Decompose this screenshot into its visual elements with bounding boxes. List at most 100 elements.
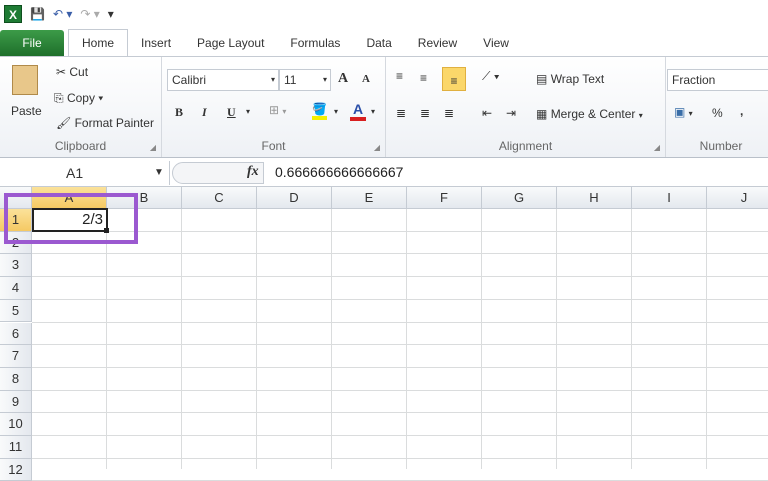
row-header-7[interactable]: 7	[0, 345, 32, 368]
align-center-icon[interactable]: ≣	[420, 106, 430, 120]
bold-button[interactable]: B	[175, 105, 183, 120]
column-header-D[interactable]: D	[257, 187, 332, 209]
gridline	[331, 209, 332, 469]
row-header-10[interactable]: 10	[0, 413, 32, 436]
font-name-select[interactable]: Calibri ▾	[167, 69, 279, 91]
cut-button[interactable]: ✂ Cut	[56, 65, 88, 79]
gridline	[181, 209, 182, 469]
fill-color-button[interactable]: 🪣	[312, 102, 327, 120]
borders-button[interactable]: ⊞ ▾	[269, 103, 286, 117]
font-color-dropdown-icon[interactable]: ▾	[371, 107, 375, 116]
format-painter-button[interactable]: 🖌 Format Painter	[56, 116, 154, 130]
shrink-font-button[interactable]: A	[362, 73, 370, 85]
number-format-select[interactable]: Fraction	[667, 69, 768, 91]
gridline	[106, 209, 107, 469]
gridline	[706, 209, 707, 469]
highlight-box	[4, 193, 138, 244]
wrap-text-button[interactable]: ▤ Wrap Text	[536, 72, 604, 86]
cut-label: Cut	[69, 65, 89, 79]
gridline	[481, 209, 482, 469]
chevron-down-icon[interactable]: ▼	[154, 161, 164, 185]
copy-button[interactable]: ⎘ Copy ▾	[54, 91, 103, 106]
font-group: Calibri ▾ 11 ▾ A A B I U ▾ ⊞ ▾ 🪣 ▾ A ▾ Fon…	[162, 57, 386, 157]
column-header-G[interactable]: G	[482, 187, 557, 209]
gridline	[32, 457, 768, 459]
row-header-9[interactable]: 9	[0, 390, 32, 414]
clipboard-group: Paste ✂ Cut ⎘ Copy ▾ 🖌 Format Painter Cl…	[0, 57, 162, 157]
accounting-format-icon[interactable]: ▣ ▾	[674, 105, 693, 119]
gridline	[32, 366, 768, 368]
row-header-4[interactable]: 4	[0, 277, 32, 300]
font-size-select[interactable]: 11 ▾	[279, 69, 331, 91]
formula-input[interactable]: 0.666666666666667	[275, 164, 403, 180]
dialog-launcher-icon[interactable]: ◢	[150, 143, 156, 152]
fill-color-dropdown-icon[interactable]: ▾	[334, 107, 338, 116]
customize-qat-icon[interactable]: ▾	[108, 7, 114, 21]
align-right-icon[interactable]: ≣	[444, 106, 454, 120]
column-header-H[interactable]: H	[557, 187, 632, 209]
orientation-icon[interactable]: ⟋ ▾	[482, 69, 500, 84]
gridline	[32, 435, 768, 436]
gridline	[406, 209, 407, 469]
percent-button[interactable]: %	[712, 106, 723, 120]
tab-page-layout[interactable]: Page Layout	[184, 30, 277, 56]
middle-align-icon[interactable]: ≡	[420, 71, 427, 85]
increase-indent-icon[interactable]: ⇥	[506, 106, 516, 120]
grow-font-button[interactable]: A	[338, 71, 348, 87]
tab-view[interactable]: View	[470, 30, 522, 56]
gridline	[32, 389, 768, 391]
row-header-12[interactable]: 12	[0, 458, 32, 481]
name-box-value: A1	[66, 165, 84, 181]
name-box[interactable]: A1 ▼	[0, 161, 170, 185]
gridline	[256, 209, 257, 469]
gridline	[32, 230, 768, 232]
column-header-I[interactable]: I	[632, 187, 707, 209]
merge-icon: ▦	[536, 107, 548, 121]
copy-label: Copy	[66, 91, 95, 105]
gridline	[556, 209, 557, 469]
row-header-5[interactable]: 5	[0, 299, 32, 323]
decrease-indent-icon[interactable]: ⇤	[482, 106, 492, 120]
tab-review[interactable]: Review	[405, 30, 470, 56]
save-icon[interactable]: 💾	[30, 7, 45, 21]
top-align-icon[interactable]: ≡	[396, 69, 403, 83]
number-label: Number	[699, 139, 743, 153]
underline-dropdown-icon[interactable]: ▾	[246, 107, 250, 116]
paste-icon[interactable]	[12, 65, 38, 95]
row-header-6[interactable]: 6	[0, 322, 32, 346]
dialog-launcher-icon[interactable]: ◢	[654, 143, 660, 152]
tab-data[interactable]: Data	[353, 30, 404, 56]
column-header-F[interactable]: F	[407, 187, 482, 209]
redo-icon[interactable]: ↷ ▾	[80, 7, 99, 21]
paste-button[interactable]: Paste	[11, 104, 42, 118]
ribbon: Paste ✂ Cut ⎘ Copy ▾ 🖌 Format Painter Cl…	[0, 57, 768, 158]
align-left-icon[interactable]: ≣	[396, 106, 406, 120]
quick-access-toolbar: X 💾 ↶ ▾ ↷ ▾ ▾	[0, 0, 768, 28]
row-header-11[interactable]: 11	[0, 436, 32, 459]
row-header-8[interactable]: 8	[0, 367, 32, 391]
tab-formulas[interactable]: Formulas	[277, 30, 353, 56]
tab-file[interactable]: File	[0, 30, 64, 56]
formula-bar: A1 ▼ fx 0.666666666666667	[0, 159, 768, 187]
underline-button[interactable]: U	[227, 105, 236, 120]
formula-bar-controls: fx	[172, 162, 264, 184]
gridline	[631, 209, 632, 469]
insert-function-icon[interactable]: fx	[247, 164, 259, 180]
ribbon-tabs: File Home Insert Page Layout Formulas Da…	[0, 29, 768, 57]
italic-button[interactable]: I	[202, 105, 207, 120]
undo-icon[interactable]: ↶ ▾	[53, 7, 72, 21]
clipboard-label: Clipboard	[54, 139, 107, 153]
merge-center-button[interactable]: ▦ Merge & Center ▾	[536, 107, 643, 121]
excel-logo-icon: X	[4, 5, 22, 23]
column-header-C[interactable]: C	[182, 187, 257, 209]
bottom-align-icon[interactable]: ≡	[442, 67, 466, 91]
row-header-3[interactable]: 3	[0, 254, 32, 278]
dialog-launcher-icon[interactable]: ◢	[374, 143, 380, 152]
font-color-button[interactable]: A	[350, 101, 366, 121]
column-header-E[interactable]: E	[332, 187, 407, 209]
comma-button[interactable]: ,	[740, 104, 743, 118]
format-painter-label: Format Painter	[74, 116, 154, 130]
tab-home[interactable]: Home	[68, 29, 129, 56]
column-header-J[interactable]: J	[707, 187, 768, 209]
tab-insert[interactable]: Insert	[128, 30, 184, 56]
